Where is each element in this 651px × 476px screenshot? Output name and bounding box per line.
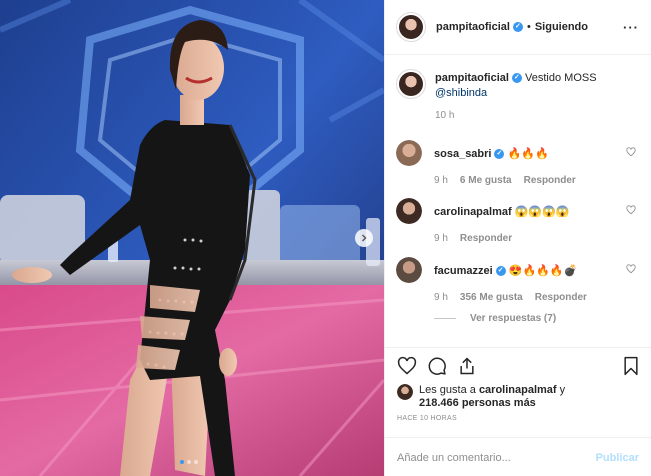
chevron-right-icon bbox=[362, 234, 367, 242]
author-username[interactable]: pampitaoficial bbox=[436, 21, 510, 33]
caption-avatar[interactable] bbox=[396, 69, 426, 99]
comment-time[interactable]: 9 h bbox=[434, 233, 448, 244]
instagram-post: pampitaoficial ✓ • Siguiendo ··· pampita… bbox=[0, 0, 651, 476]
comment-text: 😱😱😱😱 bbox=[514, 205, 570, 218]
comment-time[interactable]: 9 h bbox=[434, 175, 448, 186]
ellipsis-icon[interactable]: ··· bbox=[623, 20, 639, 35]
comment-text: 😍🔥🔥🔥💣 bbox=[508, 264, 578, 277]
bookmark-icon[interactable] bbox=[621, 356, 641, 376]
liker-username[interactable]: carolinapalmaf bbox=[479, 384, 557, 396]
likes-count[interactable]: 218.466 personas más bbox=[419, 397, 536, 409]
caption-mention-link[interactable]: @shibinda bbox=[435, 87, 487, 99]
post-side-panel: pampitaoficial ✓ • Siguiendo ··· pampita… bbox=[384, 0, 651, 476]
comments-list[interactable]: pampitaoficial ✓ Vestido MOSS @shibinda 1… bbox=[385, 56, 651, 347]
comment-item: facumazzei ✓ 😍🔥🔥🔥💣 9 h 356 Me gusta Respo… bbox=[396, 257, 646, 303]
action-bar bbox=[385, 348, 651, 384]
liker-avatar[interactable] bbox=[397, 384, 413, 400]
add-comment-bar: Publicar bbox=[385, 437, 651, 476]
post-photo bbox=[0, 0, 384, 476]
carousel-dot bbox=[194, 460, 198, 464]
like-comment-heart-icon[interactable] bbox=[626, 264, 636, 274]
comment-username[interactable]: sosa_sabri bbox=[434, 148, 491, 160]
caption-time[interactable]: 10 h bbox=[435, 110, 651, 121]
comment-item: sosa_sabri ✓ 🔥🔥🔥 9 h 6 Me gusta Responder bbox=[396, 140, 646, 186]
like-heart-icon[interactable] bbox=[397, 356, 417, 376]
caption-username[interactable]: pampitaoficial bbox=[435, 72, 509, 84]
like-comment-heart-icon[interactable] bbox=[626, 205, 636, 215]
following-button[interactable]: Siguiendo bbox=[535, 21, 588, 33]
post-header: pampitaoficial ✓ • Siguiendo ··· bbox=[385, 0, 651, 55]
comment-time[interactable]: 9 h bbox=[434, 292, 448, 303]
caption: pampitaoficial ✓ Vestido MOSS @shibinda bbox=[385, 56, 651, 101]
share-icon[interactable] bbox=[457, 356, 477, 376]
comment-text: 🔥🔥🔥 bbox=[507, 147, 549, 160]
likes-prefix: Les gusta a bbox=[419, 384, 479, 396]
replies-divider bbox=[434, 318, 456, 319]
reply-button[interactable]: Responder bbox=[524, 175, 576, 186]
author-avatar[interactable] bbox=[396, 12, 426, 42]
likes-middle: y bbox=[556, 384, 566, 396]
verified-badge-icon: ✓ bbox=[494, 148, 505, 159]
comment-item: carolinapalmaf 😱😱😱😱 9 h Responder bbox=[396, 198, 646, 244]
carousel-dot bbox=[187, 460, 191, 464]
view-replies-button[interactable]: Ver respuestas (7) bbox=[434, 313, 556, 324]
verified-badge-icon: ✓ bbox=[511, 73, 522, 84]
comment-avatar[interactable] bbox=[396, 257, 422, 283]
comment-likes[interactable]: 6 Me gusta bbox=[460, 175, 512, 186]
comment-likes[interactable]: 356 Me gusta bbox=[460, 292, 523, 303]
like-comment-heart-icon[interactable] bbox=[626, 147, 636, 157]
publish-button[interactable]: Publicar bbox=[596, 452, 639, 464]
carousel-indicator bbox=[180, 460, 198, 464]
reply-button[interactable]: Responder bbox=[535, 292, 587, 303]
caption-text: Vestido MOSS bbox=[525, 72, 597, 84]
comment-avatar[interactable] bbox=[396, 198, 422, 224]
verified-badge-icon: ✓ bbox=[512, 22, 523, 32]
caption-text-block: pampitaoficial ✓ Vestido MOSS @shibinda bbox=[435, 69, 597, 101]
verified-badge-icon: ✓ bbox=[495, 265, 506, 276]
post-actions: Les gusta a carolinapalmaf y 218.466 per… bbox=[385, 347, 651, 476]
comment-input[interactable] bbox=[397, 451, 596, 464]
carousel-dot bbox=[180, 460, 184, 464]
comment-username[interactable]: carolinapalmaf bbox=[434, 206, 512, 218]
post-timestamp[interactable]: HACE 10 HORAS bbox=[385, 415, 651, 422]
next-photo-button[interactable] bbox=[355, 229, 373, 247]
likes-summary: Les gusta a carolinapalmaf y 218.466 per… bbox=[385, 384, 651, 410]
comment-avatar[interactable] bbox=[396, 140, 422, 166]
post-media[interactable] bbox=[0, 0, 384, 476]
separator-dot: • bbox=[526, 21, 531, 33]
comment-username[interactable]: facumazzei bbox=[434, 265, 493, 277]
comment-bubble-icon[interactable] bbox=[427, 356, 447, 376]
view-replies-label: Ver respuestas (7) bbox=[470, 313, 557, 324]
reply-button[interactable]: Responder bbox=[460, 233, 512, 244]
